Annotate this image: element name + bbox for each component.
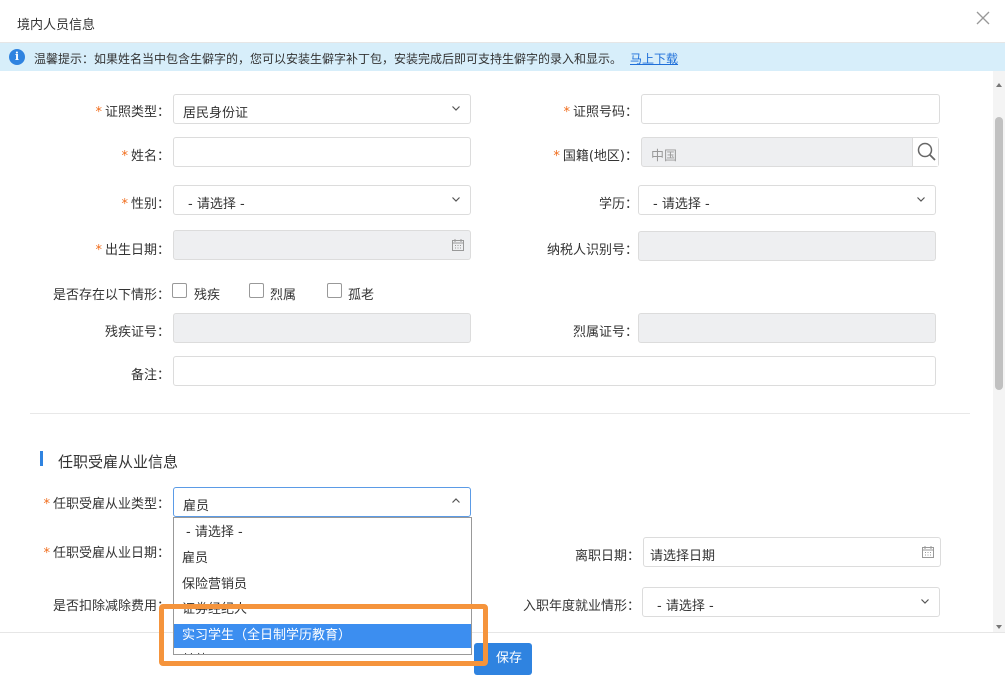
lonely-elder-checkbox-label: 孤老 [348,288,375,303]
entry-status-label: 入职年度就业情形： [522,599,640,614]
nationality-label: * 国籍(地区)： [553,149,638,164]
close-icon[interactable] [973,8,993,28]
chevron-down-icon [452,106,460,111]
disabled-checkbox-label: 残疾 [194,288,221,303]
section-title: 任职受雇从业信息 [58,453,179,471]
start-date-label: * 任职受雇从业日期： [43,546,170,561]
dialog-title: 境内人员信息 [17,18,96,33]
dropdown-option[interactable]: 雇员 [174,547,471,571]
id-number-input[interactable] [641,94,940,124]
gender-select[interactable]: - 请选择 - [173,185,471,215]
name-input[interactable] [173,137,471,167]
remark-input[interactable] [173,356,936,386]
disabled-checkbox[interactable] [172,283,187,298]
birth-date-input[interactable] [173,230,471,260]
download-link[interactable]: 马上下载 [630,52,678,66]
id-type-select[interactable]: 居民身份证 [173,94,471,124]
birth-date-label: * 出生日期： [95,243,170,258]
education-select[interactable]: - 请选择 - [638,185,936,215]
annotation-highlight [159,604,488,666]
entry-status-select[interactable]: - 请选择 - [642,587,940,617]
employment-type-label: * 任职受雇从业类型： [43,497,170,512]
gender-label: * 性别： [121,197,170,212]
education-label: 学历： [598,197,638,212]
scroll-up-icon[interactable] [996,83,1002,87]
employment-type-select[interactable]: 雇员 [173,487,471,517]
chevron-down-icon [452,197,460,202]
calendar-icon[interactable] [452,239,464,251]
id-type-label: * 证照类型： [95,105,170,120]
remark-label: 备注： [130,368,170,383]
tax-id-label: 纳税人识别号： [546,243,638,258]
dropdown-option[interactable]: - 请选择 - [174,521,471,545]
martyr-checkbox[interactable] [249,283,264,298]
calendar-icon[interactable] [922,546,934,558]
situations-label: 是否存在以下情形： [52,288,170,303]
nationality-search-button[interactable] [912,138,938,166]
martyr-cert-input[interactable] [638,313,936,343]
notice-bar: i 温馨提示：如果姓名当中包含生僻字的，您可以安装生僻字补丁包，安装完成后即可支… [0,43,1005,71]
lonely-elder-checkbox[interactable] [327,283,342,298]
scrollbar-thumb[interactable] [995,117,1003,390]
leave-date-label: 离职日期： [574,549,640,564]
tax-id-input[interactable] [638,231,936,261]
disability-cert-input[interactable] [173,313,471,343]
chevron-down-icon [921,599,929,604]
name-label: * 姓名： [121,149,170,164]
dropdown-option[interactable]: 保险营销员 [174,573,471,597]
nationality-input[interactable]: 中国 [641,137,939,167]
deduct-label: 是否扣除减除费用： [52,599,170,614]
notice-message: 温馨提示：如果姓名当中包含生僻字的，您可以安装生僻字补丁包，安装完成后即可支持生… [34,52,679,66]
disability-cert-label: 残疾证号： [104,325,170,340]
dialog-titlebar: 境内人员信息 [0,0,1005,43]
section-divider [30,413,970,414]
info-icon: i [9,49,25,65]
chevron-up-icon [452,498,460,503]
search-icon [917,142,936,161]
chevron-down-icon [917,197,925,202]
martyr-checkbox-label: 烈属 [270,288,297,303]
scrollbar[interactable] [993,71,1005,632]
id-number-label: * 证照号码： [563,105,638,120]
martyr-cert-label: 烈属证号： [572,325,638,340]
leave-date-input[interactable]: 请选择日期 [643,537,941,567]
section-marker [40,451,43,466]
scroll-down-icon[interactable] [996,625,1002,629]
